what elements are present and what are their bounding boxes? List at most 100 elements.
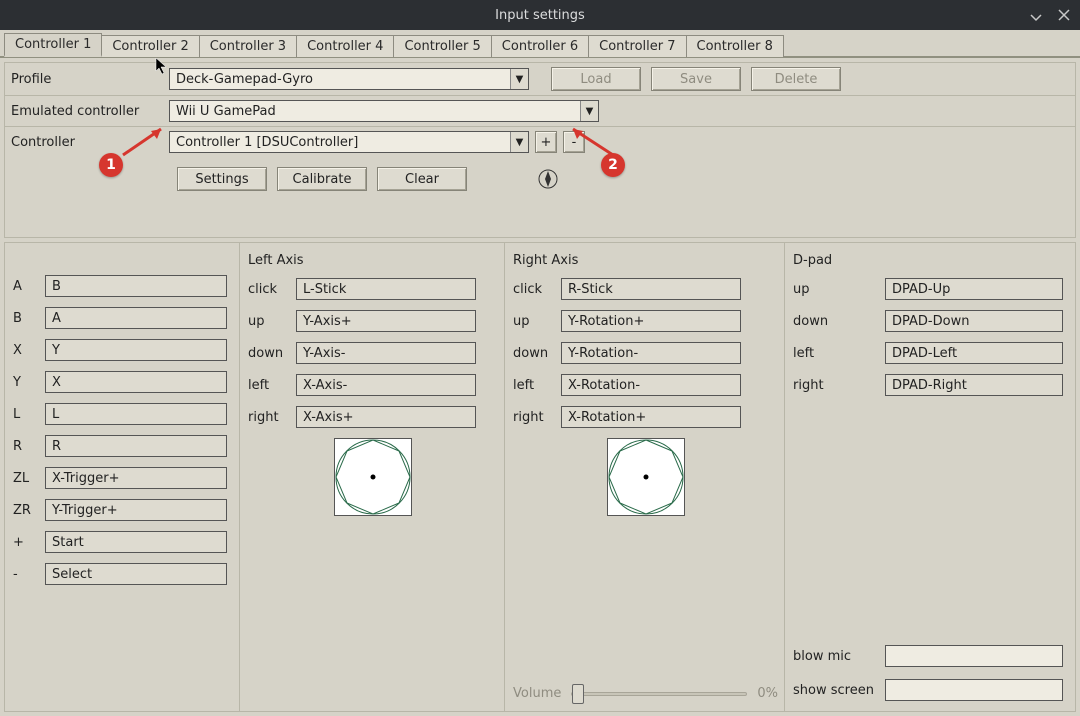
tab-controller-5[interactable]: Controller 5 (393, 35, 491, 57)
right-axis-down-label: down (513, 346, 561, 361)
button-label-X: X (13, 343, 45, 358)
left-axis-column: Left Axis clickL-StickupY-Axis+downY-Axi… (240, 243, 505, 711)
compass-icon[interactable] (537, 168, 559, 190)
dpad-down-label: down (793, 314, 885, 329)
right-axis-left-label: left (513, 378, 561, 393)
title-bar: Input settings (0, 0, 1080, 30)
cursor-icon (155, 57, 169, 79)
tab-controller-8[interactable]: Controller 8 (686, 35, 784, 57)
button-label-ZR: ZR (13, 503, 45, 518)
left-axis-down-label: down (248, 346, 296, 361)
blow-mic-binding[interactable] (885, 645, 1063, 667)
left-axis-up-label: up (248, 314, 296, 329)
dpad-title: D-pad (793, 253, 1069, 268)
dpad-up-label: up (793, 282, 885, 297)
left-axis-down-binding[interactable]: Y-Axis- (296, 342, 476, 364)
annotation-marker-1: 1 (99, 153, 123, 177)
right-axis-right-binding[interactable]: X-Rotation+ (561, 406, 741, 428)
right-axis-down-binding[interactable]: Y-Rotation- (561, 342, 741, 364)
profile-row: Profile Deck-Gamepad-Gyro ▼ Load Save De… (4, 62, 1076, 96)
controller-combo[interactable]: Controller 1 [DSUController] ▼ (169, 131, 529, 153)
profile-label: Profile (9, 72, 169, 87)
controller-combo-text: Controller 1 [DSUController] (170, 135, 510, 150)
volume-slider[interactable]: Volume 0% (513, 686, 778, 701)
button-binding-L[interactable]: L (45, 403, 227, 425)
left-axis-click-binding[interactable]: L-Stick (296, 278, 476, 300)
delete-button[interactable]: Delete (751, 67, 841, 91)
left-axis-right-label: right (248, 410, 296, 425)
left-axis-left-binding[interactable]: X-Axis- (296, 374, 476, 396)
button-label--: - (13, 567, 45, 582)
left-axis-visual (334, 438, 412, 516)
tab-controller-6[interactable]: Controller 6 (491, 35, 589, 57)
left-axis-right-binding[interactable]: X-Axis+ (296, 406, 476, 428)
button-binding-B[interactable]: A (45, 307, 227, 329)
button-binding-ZL[interactable]: X-Trigger+ (45, 467, 227, 489)
settings-button[interactable]: Settings (177, 167, 267, 191)
button-binding-Y[interactable]: X (45, 371, 227, 393)
dpad-left-label: left (793, 346, 885, 361)
close-icon[interactable] (1056, 7, 1072, 23)
right-axis-click-binding[interactable]: R-Stick (561, 278, 741, 300)
button-label-ZL: ZL (13, 471, 45, 486)
annotation-marker-2: 2 (601, 153, 625, 177)
button-binding-+[interactable]: Start (45, 531, 227, 553)
dpad-up-binding[interactable]: DPAD-Up (885, 278, 1063, 300)
window-title: Input settings (495, 8, 585, 23)
emulated-label: Emulated controller (9, 104, 169, 119)
load-button[interactable]: Load (551, 67, 641, 91)
chevron-down-icon[interactable]: ▼ (510, 132, 528, 152)
add-controller-button[interactable]: + (535, 131, 557, 153)
tab-controller-4[interactable]: Controller 4 (296, 35, 394, 57)
tab-controller-7[interactable]: Controller 7 (588, 35, 686, 57)
left-axis-click-label: click (248, 282, 296, 297)
button-binding-X[interactable]: Y (45, 339, 227, 361)
left-axis-left-label: left (248, 378, 296, 393)
right-axis-column: Right Axis clickR-StickupY-Rotation+down… (505, 243, 785, 711)
button-binding--[interactable]: Select (45, 563, 227, 585)
button-label-+: + (13, 535, 45, 550)
right-axis-up-label: up (513, 314, 561, 329)
left-axis-title: Left Axis (248, 253, 498, 268)
right-axis-title: Right Axis (513, 253, 778, 268)
right-axis-right-label: right (513, 410, 561, 425)
blow-mic-label: blow mic (793, 649, 885, 664)
chevron-down-icon[interactable]: ▼ (510, 69, 528, 89)
tab-controller-2[interactable]: Controller 2 (101, 35, 199, 57)
emulated-combo-text: Wii U GamePad (170, 104, 580, 119)
dpad-down-binding[interactable]: DPAD-Down (885, 310, 1063, 332)
minimize-icon[interactable] (1028, 7, 1044, 23)
bindings-grid: ABBAXYYXLLRRZLX-Trigger+ZRY-Trigger++Sta… (4, 242, 1076, 712)
save-button[interactable]: Save (651, 67, 741, 91)
button-label-Y: Y (13, 375, 45, 390)
face-buttons-column: ABBAXYYXLLRRZLX-Trigger+ZRY-Trigger++Sta… (5, 243, 240, 711)
show-screen-binding[interactable] (885, 679, 1063, 701)
calibrate-button[interactable]: Calibrate (277, 167, 367, 191)
chevron-down-icon[interactable]: ▼ (580, 101, 598, 121)
left-axis-up-binding[interactable]: Y-Axis+ (296, 310, 476, 332)
emulated-combo[interactable]: Wii U GamePad ▼ (169, 100, 599, 122)
right-axis-up-binding[interactable]: Y-Rotation+ (561, 310, 741, 332)
button-binding-A[interactable]: B (45, 275, 227, 297)
volume-label: Volume (513, 686, 561, 701)
button-label-R: R (13, 439, 45, 454)
profile-combo[interactable]: Deck-Gamepad-Gyro ▼ (169, 68, 529, 90)
emulated-row: Emulated controller Wii U GamePad ▼ (4, 96, 1076, 127)
volume-value: 0% (757, 686, 778, 701)
button-label-B: B (13, 311, 45, 326)
tab-controller-1[interactable]: Controller 1 (4, 33, 102, 57)
dpad-right-label: right (793, 378, 885, 393)
button-label-A: A (13, 279, 45, 294)
button-binding-R[interactable]: R (45, 435, 227, 457)
button-binding-ZR[interactable]: Y-Trigger+ (45, 499, 227, 521)
dpad-right-binding[interactable]: DPAD-Right (885, 374, 1063, 396)
right-axis-click-label: click (513, 282, 561, 297)
tab-controller-3[interactable]: Controller 3 (199, 35, 297, 57)
dpad-left-binding[interactable]: DPAD-Left (885, 342, 1063, 364)
right-axis-left-binding[interactable]: X-Rotation- (561, 374, 741, 396)
dpad-column: D-pad upDPAD-UpdownDPAD-DownleftDPAD-Lef… (785, 243, 1075, 711)
clear-button[interactable]: Clear (377, 167, 467, 191)
button-label-L: L (13, 407, 45, 422)
controller-tabs: Controller 1Controller 2Controller 3Cont… (0, 30, 1080, 58)
controller-row: Controller Controller 1 [DSUController] … (4, 127, 1076, 238)
